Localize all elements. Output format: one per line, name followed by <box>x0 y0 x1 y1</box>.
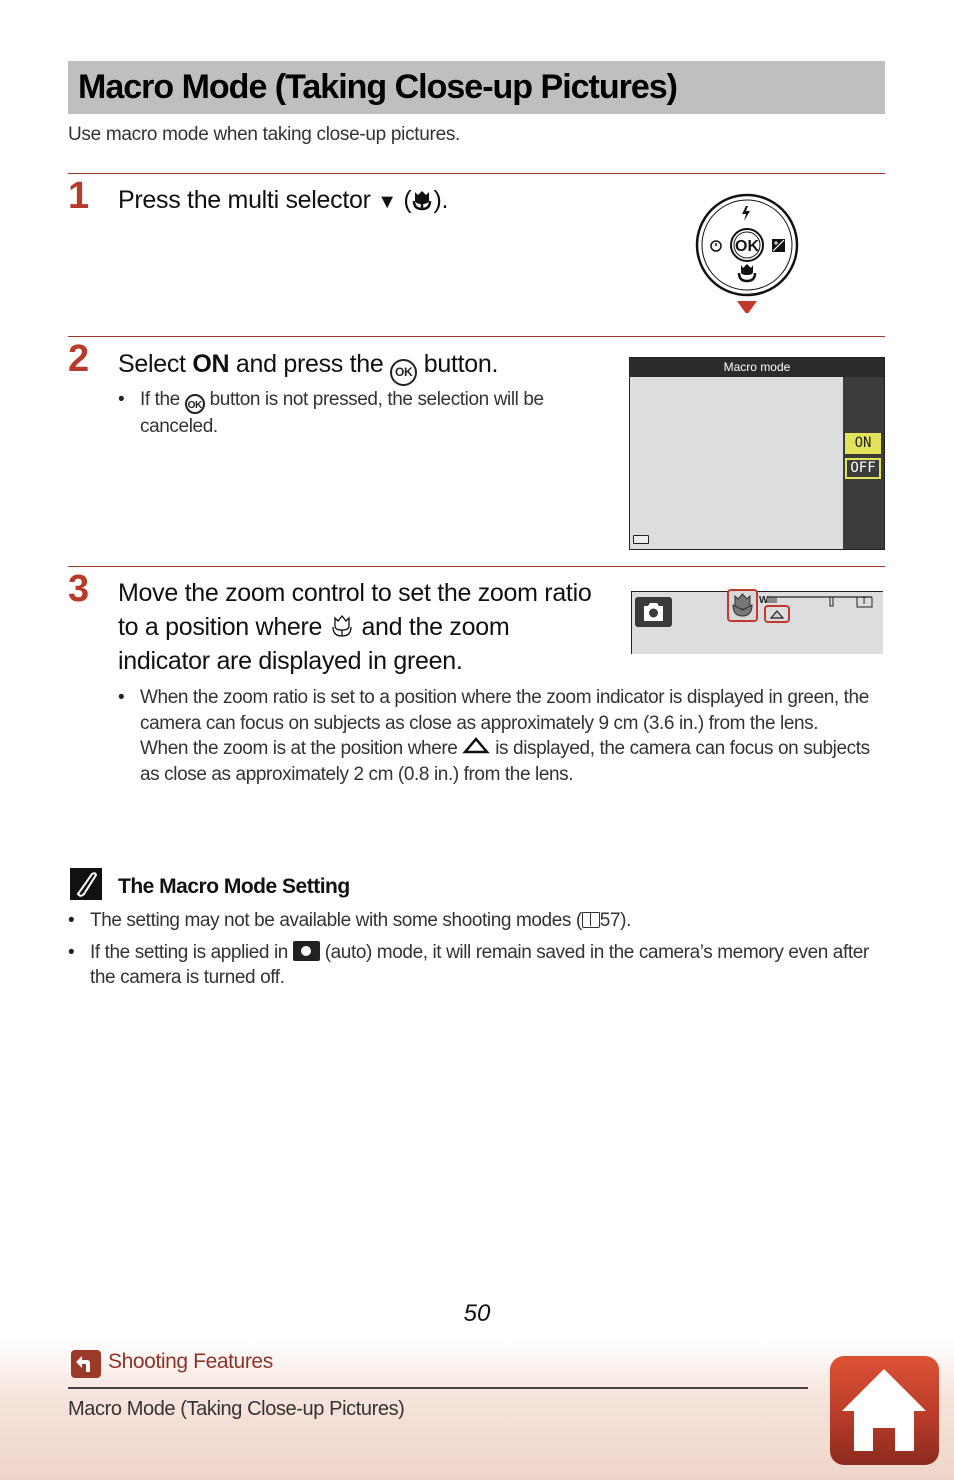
home-button[interactable] <box>830 1356 939 1465</box>
down-arrow-icon: ▼ <box>377 191 397 213</box>
step-3-instruction: Move the zoom control to set the zoom ra… <box>118 576 598 678</box>
list-item: When the zoom ratio is set to a position… <box>118 685 878 787</box>
tele-label: T <box>861 596 868 607</box>
step-number: 3 <box>68 568 90 610</box>
screen-title: Macro mode <box>630 358 884 377</box>
step-number: 2 <box>68 338 90 380</box>
camera-mode-icon <box>635 597 672 627</box>
camera-auto-icon <box>292 940 320 961</box>
macro-outline-icon <box>332 614 352 637</box>
page-number: 50 <box>463 1300 491 1327</box>
breadcrumb[interactable]: Macro Mode (Taking Close-up Pictures) <box>68 1398 405 1421</box>
intro-text: Use macro mode when taking close-up pict… <box>68 124 461 145</box>
triangle-icon <box>462 737 491 754</box>
list-item: The setting may not be available with so… <box>68 908 878 934</box>
section-link-shooting-features[interactable]: Shooting Features <box>108 1350 273 1374</box>
bullet-text: If the <box>140 389 185 410</box>
step-1-instruction: Press the multi selector ▼ (). <box>118 183 448 219</box>
note-list: The setting may not be available with so… <box>68 908 878 991</box>
exposure-compensation-icon <box>772 239 785 252</box>
step-text: and press the <box>229 350 391 378</box>
step-number: 1 <box>68 175 90 217</box>
step-text: Select <box>118 350 193 378</box>
macro-indicator-icon <box>727 589 758 622</box>
bullet-text: When the zoom ratio is set to a position… <box>140 687 869 734</box>
step-2-notes: If the OK button is not pressed, the sel… <box>118 387 598 440</box>
paren: ( <box>396 186 412 214</box>
footer-divider <box>68 1387 808 1389</box>
ok-button-icon: OK <box>184 394 205 414</box>
note-pencil-icon <box>70 868 102 900</box>
bullet-text: The setting may not be available with so… <box>90 910 582 931</box>
page-reference-link[interactable]: 57 <box>600 910 621 931</box>
ok-label: OK <box>735 238 759 255</box>
option-panel: ON OFF <box>843 377 884 549</box>
list-item: If the setting is applied in (auto) mode… <box>68 940 878 991</box>
multi-selector-illustration: OK <box>695 193 799 313</box>
bullet-text: If the setting is applied in <box>90 941 293 963</box>
page-title-bar: Macro Mode (Taking Close-up Pictures) <box>68 61 885 114</box>
back-arrow-icon[interactable] <box>71 1350 101 1378</box>
book-reference-icon <box>581 912 600 928</box>
option-off[interactable]: OFF <box>845 458 881 479</box>
bullet-text: ). <box>620 910 631 931</box>
step-text: Press the multi selector <box>118 186 378 214</box>
list-item: If the OK button is not pressed, the sel… <box>118 387 598 440</box>
down-pointer-icon <box>737 301 757 313</box>
macro-flower-icon <box>413 191 432 211</box>
step-3-notes: When the zoom ratio is set to a position… <box>118 685 878 787</box>
home-icon <box>842 1369 926 1451</box>
step-text: button. <box>417 350 499 378</box>
paren: ). <box>433 186 449 214</box>
close-range-indicator <box>764 605 790 623</box>
note-title: The Macro Mode Setting <box>118 875 350 898</box>
step-divider <box>68 336 885 337</box>
step-divider <box>68 173 885 174</box>
battery-icon <box>633 535 649 544</box>
bullet-text: When the zoom is at the position where <box>140 738 463 759</box>
ok-button-icon: OK <box>390 359 418 386</box>
zoom-indicator-screen: W T <box>631 589 883 654</box>
on-label: ON <box>192 350 230 378</box>
step-divider <box>68 566 885 567</box>
macro-mode-screen: Macro mode ON OFF <box>629 357 885 550</box>
option-on[interactable]: ON <box>845 433 881 454</box>
page-title: Macro Mode (Taking Close-up Pictures) <box>78 68 678 106</box>
step-2-instruction: Select ON and press the OK button. <box>118 347 498 386</box>
